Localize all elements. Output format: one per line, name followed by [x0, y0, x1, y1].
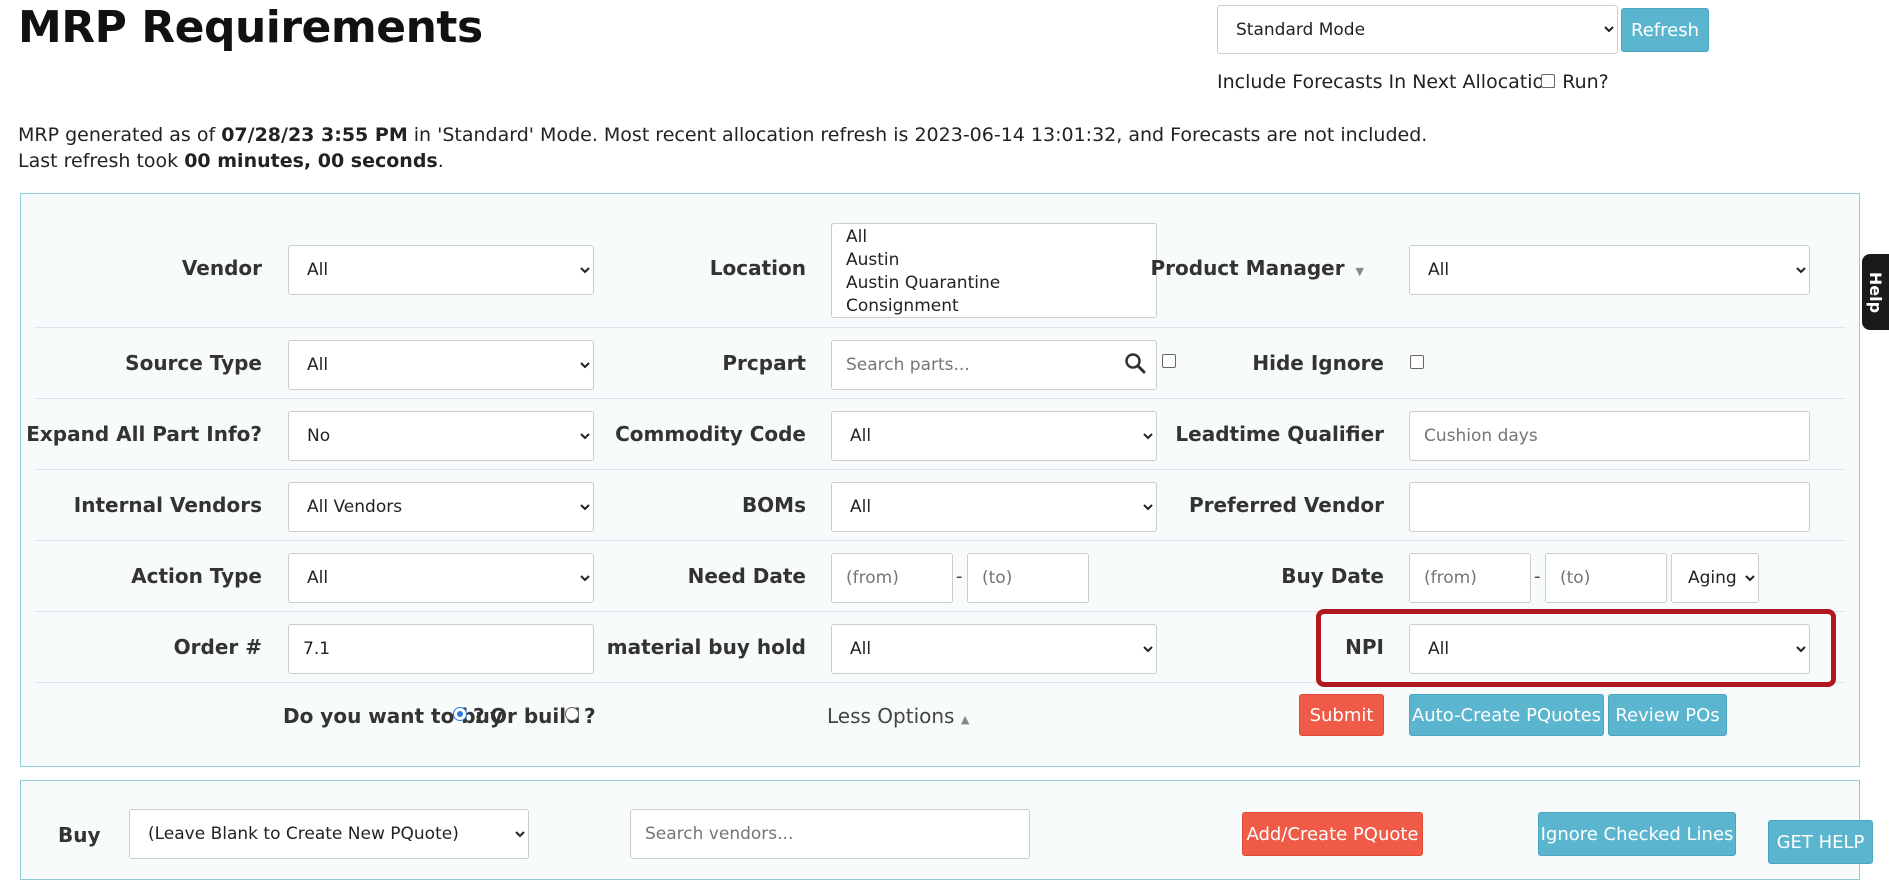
less-options-text: Less Options — [827, 704, 955, 728]
buy-or-build-question: Do you want to buy — [283, 704, 503, 728]
info-suffix: in 'Standard' Mode. Most recent allocati… — [407, 124, 1428, 146]
refresh-duration-info: Last refresh took 00 minutes, 00 seconds… — [18, 150, 444, 172]
duration-value: 00 minutes, 00 seconds — [184, 150, 438, 172]
prcpart-label: Prcpart — [722, 351, 806, 375]
internal-vendors-label: Internal Vendors — [73, 493, 262, 517]
refresh-button[interactable]: Refresh — [1621, 8, 1709, 52]
less-options-toggle[interactable]: Less Options ▲ — [827, 704, 969, 728]
duration-prefix: Last refresh took — [18, 150, 185, 172]
action-type-label: Action Type — [131, 564, 262, 588]
product-manager-text: Product Manager — [1150, 256, 1345, 280]
row-divider — [34, 469, 1846, 470]
review-pos-button[interactable]: Review POs — [1608, 694, 1727, 736]
location-label: Location — [709, 256, 806, 280]
boms-label: BOMs — [741, 493, 806, 517]
need-date-label: Need Date — [687, 564, 806, 588]
material-buy-hold-label: material buy hold — [606, 635, 806, 659]
question-mark: ? — [584, 704, 596, 728]
order-number-label: Order # — [173, 635, 262, 659]
product-manager-select[interactable]: All — [1409, 245, 1810, 295]
order-number-input[interactable] — [288, 624, 594, 674]
preferred-vendor-label: Preferred Vendor — [1188, 493, 1384, 517]
material-buy-hold-select[interactable]: All — [831, 624, 1157, 674]
get-help-button[interactable]: GET HELP — [1768, 820, 1873, 864]
buy-label: Buy — [58, 823, 101, 847]
ignore-checked-lines-button[interactable]: Ignore Checked Lines — [1538, 812, 1736, 856]
expand-all-select[interactable]: No — [288, 411, 594, 461]
question-prefix: Do you want to — [283, 704, 462, 728]
location-option[interactable]: All — [846, 226, 1142, 249]
location-option[interactable]: Austin Quarantine — [846, 272, 1142, 295]
aging-select[interactable]: Aging — [1671, 553, 1759, 603]
help-side-tab[interactable]: Help — [1862, 254, 1889, 330]
leadtime-qualifier-label: Leadtime Qualifier — [1175, 422, 1384, 446]
submit-button[interactable]: Submit — [1299, 694, 1384, 736]
prcpart-search-input[interactable] — [831, 340, 1157, 390]
prcpart-exact-checkbox[interactable] — [1162, 354, 1176, 368]
hide-ignore-label: Hide Ignore — [1252, 351, 1384, 375]
hide-ignore-checkbox[interactable] — [1410, 355, 1424, 369]
info-prefix: MRP generated as of — [18, 124, 222, 146]
search-icon[interactable] — [1124, 352, 1146, 374]
vendor-search-input[interactable] — [630, 809, 1030, 859]
question-mark: ? — [473, 704, 485, 728]
or-text: Or — [490, 704, 524, 728]
preferred-vendor-input[interactable] — [1409, 482, 1810, 532]
buy-date-from-input[interactable] — [1409, 553, 1531, 603]
commodity-code-select[interactable]: All — [831, 411, 1157, 461]
commodity-code-label: Commodity Code — [615, 422, 806, 446]
mode-select[interactable]: Standard Mode — [1217, 5, 1618, 54]
chevron-up-icon: ▲ — [960, 713, 970, 726]
vendor-select[interactable]: All — [288, 245, 594, 295]
pquote-select[interactable]: (Leave Blank to Create New PQuote) — [129, 809, 529, 859]
add-create-pquote-button[interactable]: Add/Create PQuote — [1242, 812, 1423, 856]
forecast-checkbox[interactable] — [1541, 74, 1555, 88]
date-range-dash: - — [956, 566, 963, 587]
help-tab-text: Help — [1866, 271, 1885, 313]
cushion-days-input[interactable] — [1409, 411, 1810, 461]
expand-all-label: Expand All Part Info? — [26, 422, 262, 446]
need-date-to-input[interactable] — [967, 553, 1089, 603]
build-radio[interactable] — [565, 707, 579, 721]
source-type-label: Source Type — [125, 351, 262, 375]
buy-date-to-input[interactable] — [1545, 553, 1667, 603]
row-divider — [34, 540, 1846, 541]
date-range-dash: - — [1534, 566, 1541, 587]
sort-caret-icon: ▼ — [1355, 265, 1364, 278]
buy-radio[interactable] — [453, 707, 467, 721]
source-type-select[interactable]: All — [288, 340, 594, 390]
generated-time: 07/28/23 3:55 PM — [221, 124, 408, 146]
internal-vendors-select[interactable]: All Vendors — [288, 482, 594, 532]
buy-date-label: Buy Date — [1281, 564, 1384, 588]
need-date-from-input[interactable] — [831, 553, 953, 603]
action-type-select[interactable]: All — [288, 553, 594, 603]
location-listbox[interactable]: All Austin Austin Quarantine Consignment — [831, 223, 1157, 318]
npi-highlight-box — [1316, 609, 1836, 687]
boms-select[interactable]: All — [831, 482, 1157, 532]
auto-create-pquotes-button[interactable]: Auto-Create PQuotes — [1409, 694, 1604, 736]
duration-suffix: . — [437, 150, 444, 172]
product-manager-label[interactable]: Product Manager ▼ — [1150, 256, 1364, 280]
location-option[interactable]: Consignment — [846, 295, 1142, 317]
vendor-label: Vendor — [181, 256, 262, 280]
row-divider — [34, 327, 1846, 328]
row-divider — [34, 398, 1846, 399]
generated-info: MRP generated as of 07/28/23 3:55 PM in … — [18, 124, 1427, 146]
page-title: MRP Requirements — [18, 2, 483, 53]
location-option[interactable]: Austin — [846, 249, 1142, 272]
